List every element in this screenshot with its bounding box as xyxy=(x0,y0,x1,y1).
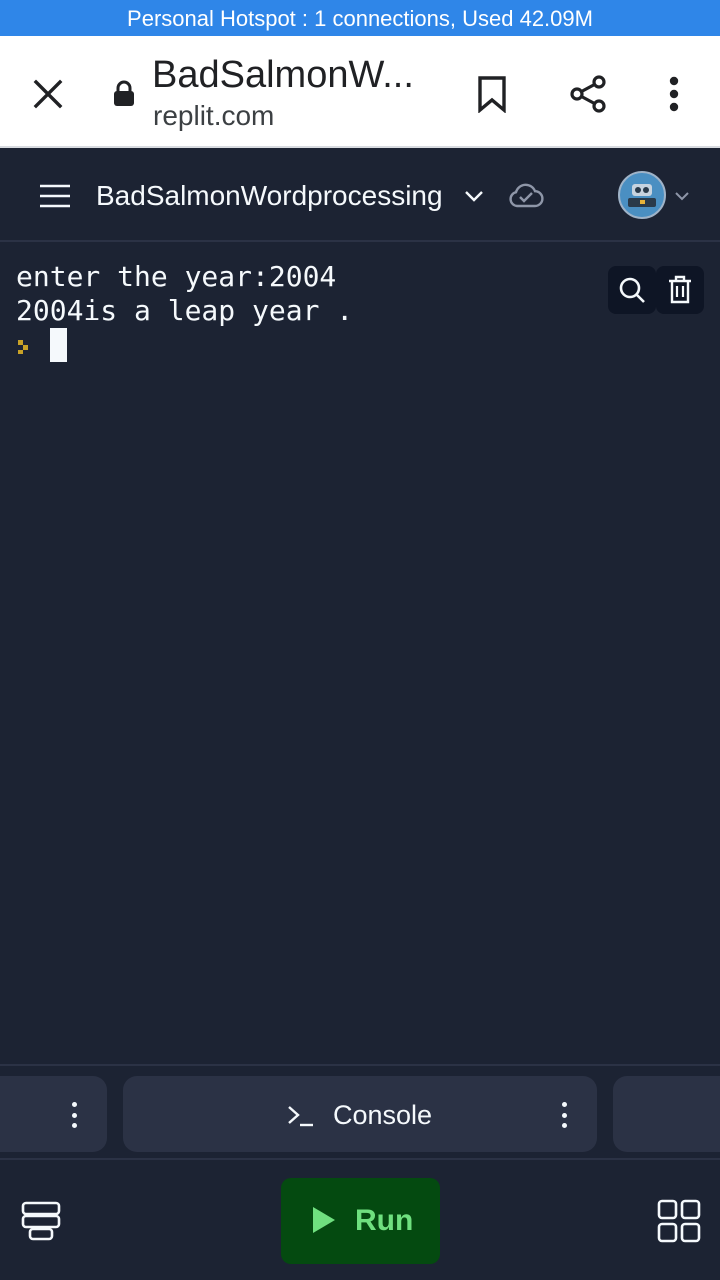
page-title[interactable]: BadSalmonW... xyxy=(152,54,414,97)
input-cursor[interactable] xyxy=(50,328,67,362)
avatar-chevron-down-icon[interactable] xyxy=(672,186,692,206)
avatar[interactable] xyxy=(618,171,666,219)
cloud-check-icon[interactable] xyxy=(508,180,544,212)
tab-previous[interactable] xyxy=(0,1076,107,1152)
layers-icon[interactable] xyxy=(20,1200,62,1247)
repl-name[interactable]: BadSalmonWordprocessing xyxy=(96,180,443,212)
tab-console[interactable]: Console xyxy=(123,1076,597,1152)
run-button[interactable]: Run xyxy=(281,1178,440,1264)
lock-icon xyxy=(112,80,136,108)
browser-toolbar: BadSalmonW... replit.com xyxy=(0,36,720,148)
share-icon[interactable] xyxy=(562,68,614,120)
more-vert-icon[interactable] xyxy=(648,68,700,120)
chevron-down-icon[interactable] xyxy=(462,184,486,208)
close-icon[interactable] xyxy=(24,70,72,118)
prompt-icon xyxy=(18,340,32,354)
play-icon xyxy=(313,1207,335,1233)
grid-icon[interactable] xyxy=(656,1198,702,1249)
tab-console-label: Console xyxy=(333,1100,433,1130)
hotspot-status-bar: Personal Hotspot : 1 connections, Used 4… xyxy=(0,0,720,36)
search-icon[interactable] xyxy=(608,266,656,314)
run-label: Run xyxy=(355,1204,414,1237)
tabs-bar: Console xyxy=(0,1064,720,1160)
tab-menu-icon[interactable] xyxy=(70,1102,78,1128)
tab-next[interactable] xyxy=(613,1076,720,1152)
console-line: 2004is a leap year . xyxy=(16,294,354,327)
console-output[interactable]: enter the year:2004 2004is a leap year . xyxy=(0,244,720,1064)
tab-menu-icon[interactable] xyxy=(560,1102,568,1128)
bookmark-icon[interactable] xyxy=(466,68,518,120)
bottom-bar: Run xyxy=(0,1162,720,1280)
hamburger-icon[interactable] xyxy=(38,182,72,210)
terminal-icon xyxy=(288,1106,313,1127)
trash-icon[interactable] xyxy=(656,266,704,314)
console-line: enter the year:2004 xyxy=(16,260,337,293)
page-url[interactable]: replit.com xyxy=(153,100,274,132)
app-header: BadSalmonWordprocessing xyxy=(0,150,720,242)
